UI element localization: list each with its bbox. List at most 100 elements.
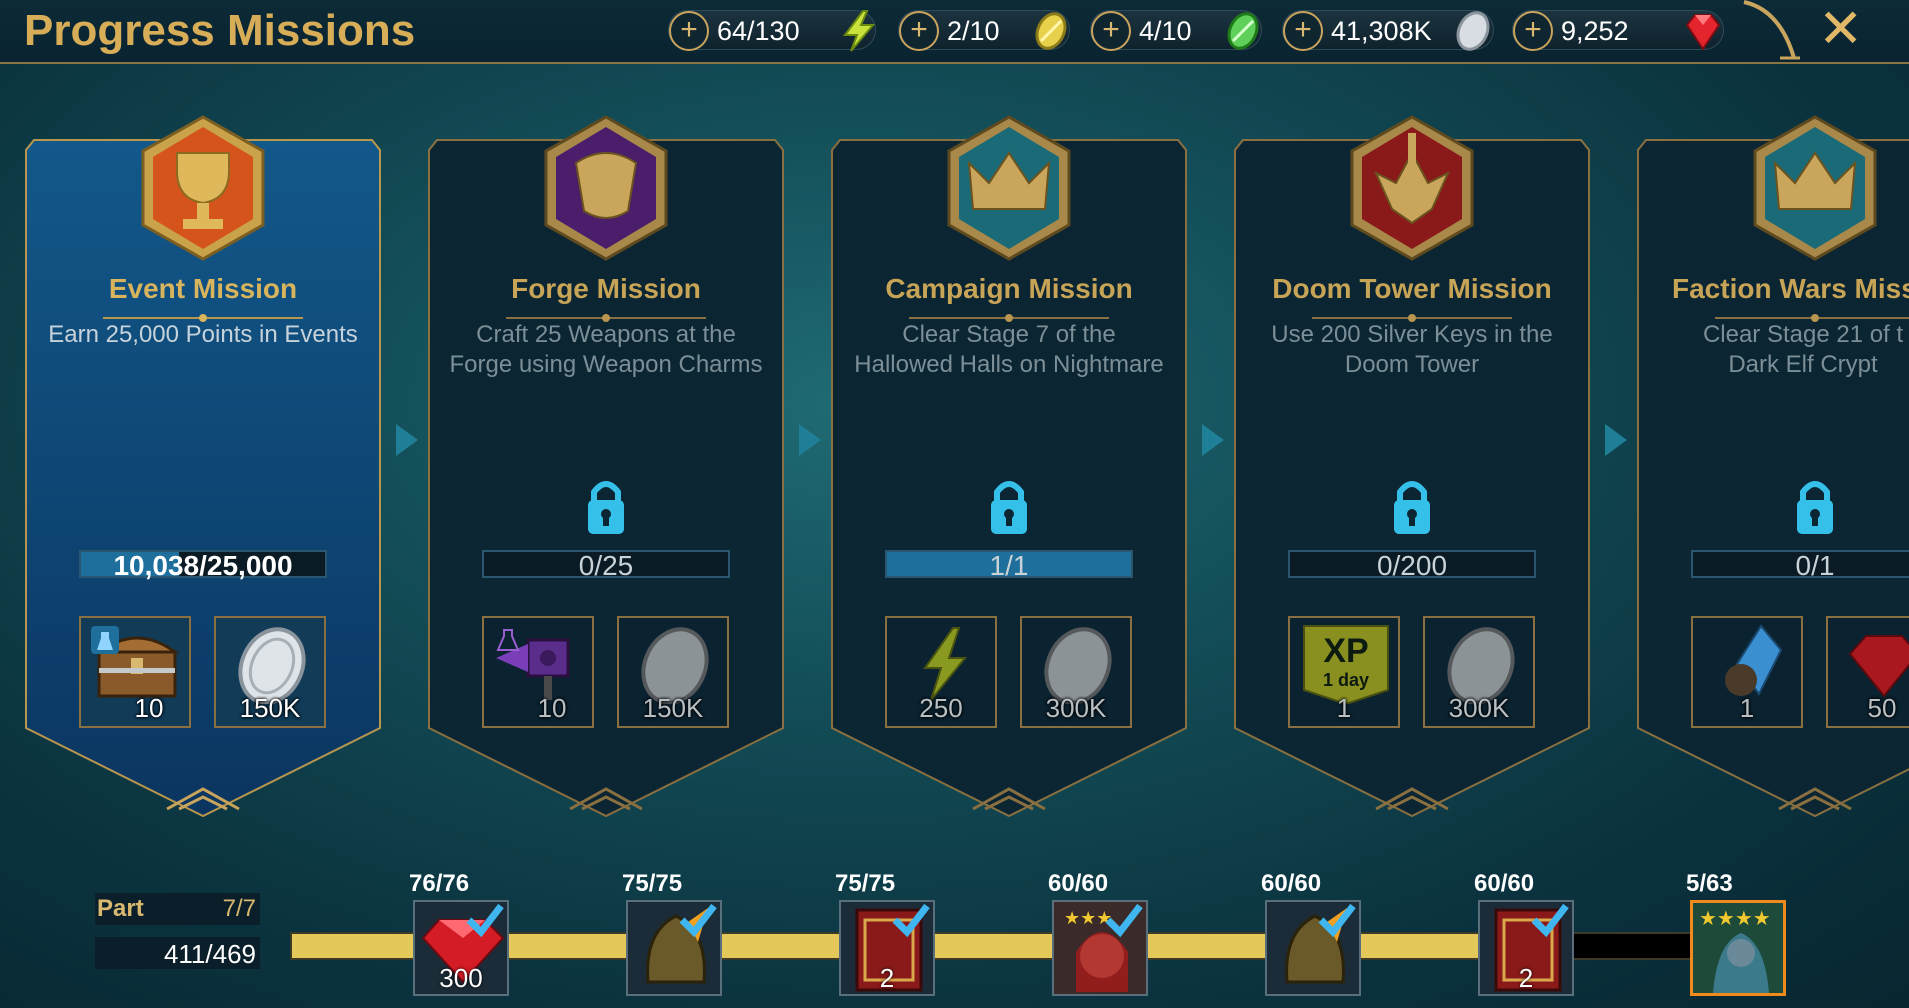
progress-text: 0/200 [1376, 550, 1448, 581]
add-gems-button[interactable]: + [1513, 11, 1553, 51]
part-value: 7/7 [222, 895, 256, 922]
top-bar: Progress Missions + 64/130 + 2/10 + 4/10… [0, 0, 1909, 64]
mission-card-faction-wars[interactable]: Faction Wars Miss Clear Stage 21 of t Da… [1636, 115, 1909, 818]
trophy-icon [141, 115, 265, 261]
resource-silver: + 41,308K [1282, 10, 1494, 51]
progress-text: 0/25 [578, 550, 634, 581]
xp-label: XP [1323, 632, 1368, 670]
mission-card-forge[interactable]: Forge Mission Craft 25 Weapons at the Fo… [427, 115, 785, 818]
ruby-gem-icon [1848, 635, 1909, 698]
xp-duration: 1 day [1323, 670, 1369, 690]
reward-forge[interactable]: 10 [482, 616, 594, 728]
page-title: Progress Missions [24, 6, 416, 55]
mission-progress-bar: 0/1 [1691, 550, 1909, 581]
milestone-1[interactable]: 76/76 300 [409, 870, 509, 996]
reward-xp-boost[interactable]: XP 1 day 1 [1288, 616, 1400, 728]
mission-card-campaign[interactable]: Campaign Mission Clear Stage 7 of the Ha… [830, 115, 1188, 818]
reward-gems[interactable]: 50 [1826, 616, 1909, 728]
shard-icon [1725, 624, 1783, 696]
silver-coin-icon [641, 627, 709, 704]
reward-chest[interactable]: 10 [79, 616, 191, 728]
milestone-3[interactable]: 75/75 2 [835, 870, 935, 996]
arena-token-icon [1035, 12, 1067, 50]
checkmark-icon [1318, 903, 1356, 938]
add-silver-button[interactable]: + [1283, 11, 1323, 51]
add-tag-arena-token-button[interactable]: + [1091, 11, 1131, 51]
forge-armor-icon [544, 115, 668, 261]
next-arrow-icon [1605, 424, 1627, 456]
milestone-reward[interactable]: ★★★★ [1690, 900, 1786, 996]
reward-silver[interactable]: 300K [1423, 616, 1535, 728]
ruby-gem-icon [1685, 14, 1721, 51]
potion-sub-icon [91, 626, 119, 654]
lock-icon [1394, 481, 1430, 534]
arena-token-value: 2/10 [947, 16, 1000, 46]
legendary-champion-icon: ★★★★ [1693, 903, 1783, 993]
gems-value: 9,252 [1561, 16, 1629, 46]
close-icon[interactable]: ✕ [1818, 2, 1863, 56]
mission-description: Clear Stage 7 of the Hallowed Halls on N… [854, 321, 1164, 378]
mission-description: Use 200 Silver Keys in the Doom Tower [1271, 321, 1553, 378]
dragon-icon [1350, 115, 1474, 261]
xp-boost-icon: XP 1 day [1303, 625, 1389, 704]
milestone-5[interactable]: 60/60 [1261, 870, 1361, 996]
part-indicator: Part 7/7 [95, 893, 260, 925]
resource-tag-arena-token: + 4/10 [1090, 10, 1262, 51]
mission-progress-bar: 0/200 [1288, 550, 1536, 581]
mission-card-doom-tower[interactable]: Doom Tower Mission Use 200 Silver Keys i… [1233, 115, 1591, 818]
checkmark-icon [1531, 903, 1569, 938]
resource-gems: + 9,252 [1512, 10, 1724, 51]
milestone-4[interactable]: 60/60 ★★★ [1048, 870, 1148, 996]
reward-shard[interactable]: 1 [1691, 616, 1803, 728]
reward-amount: 1 [1336, 693, 1352, 723]
silver-coin-icon [1456, 11, 1490, 51]
add-arena-token-button[interactable]: + [899, 11, 939, 51]
progress-text: 10,038/25,000 [113, 550, 293, 581]
card-chevron-ornament [1778, 787, 1852, 811]
milestone-2[interactable]: 75/75 [622, 870, 722, 996]
reward-silver[interactable]: 150K [617, 616, 729, 728]
reward-amount: 1 [1739, 693, 1755, 723]
checkmark-icon [466, 903, 504, 938]
milestone-amount: 300 [439, 963, 483, 993]
energy-bolt-icon [923, 627, 968, 701]
resource-arena-token: + 2/10 [898, 10, 1070, 51]
corner-ornament-icon [1743, 0, 1800, 60]
silver-coin-icon [1044, 627, 1112, 704]
energy-bolt-icon [843, 10, 876, 52]
card-chevron-ornament [1375, 787, 1449, 811]
reward-amount: 300K [1045, 693, 1107, 723]
milestone-count: 60/60 [1048, 870, 1109, 897]
lock-icon [588, 481, 624, 534]
checkmark-icon [892, 903, 930, 938]
lock-icon [1797, 481, 1833, 534]
reward-amount: 300K [1448, 693, 1510, 723]
next-arrow-icon [396, 424, 418, 456]
mission-description: Earn 25,000 Points in Events [48, 321, 358, 348]
mission-description: Clear Stage 21 of t Dark Elf Crypt [1702, 321, 1904, 378]
points-indicator: 411/469 [95, 937, 260, 969]
mission-card-event[interactable]: Event Mission Earn 25,000 Points in Even… [24, 115, 382, 818]
mission-title: Campaign Mission [885, 273, 1133, 304]
milestone-amount: 2 [1518, 963, 1534, 993]
reward-silver[interactable]: 300K [1020, 616, 1132, 728]
silver-value: 41,308K [1331, 16, 1432, 46]
next-arrow-icon [799, 424, 821, 456]
reward-silver[interactable]: 150K [214, 616, 326, 728]
milestone-7[interactable]: 5/63 ★★★★ [1686, 870, 1786, 996]
crown-icon [1753, 115, 1877, 261]
mission-progress-bar: 1/1 [885, 550, 1133, 581]
milestone-count: 60/60 [1474, 870, 1535, 897]
mission-title: Doom Tower Mission [1272, 273, 1552, 304]
next-arrow-icon [1202, 424, 1224, 456]
reward-amount: 150K [642, 693, 704, 723]
points-value: 411/469 [163, 939, 256, 969]
mission-title: Forge Mission [511, 273, 701, 304]
progress-text: 0/1 [1795, 550, 1835, 581]
milestone-6[interactable]: 60/60 2 [1474, 870, 1574, 996]
add-energy-button[interactable]: + [669, 11, 709, 51]
reward-amount: 250 [919, 693, 963, 723]
crown-icon [947, 115, 1071, 261]
reward-amount: 10 [537, 693, 567, 723]
reward-energy[interactable]: 250 [885, 616, 997, 728]
